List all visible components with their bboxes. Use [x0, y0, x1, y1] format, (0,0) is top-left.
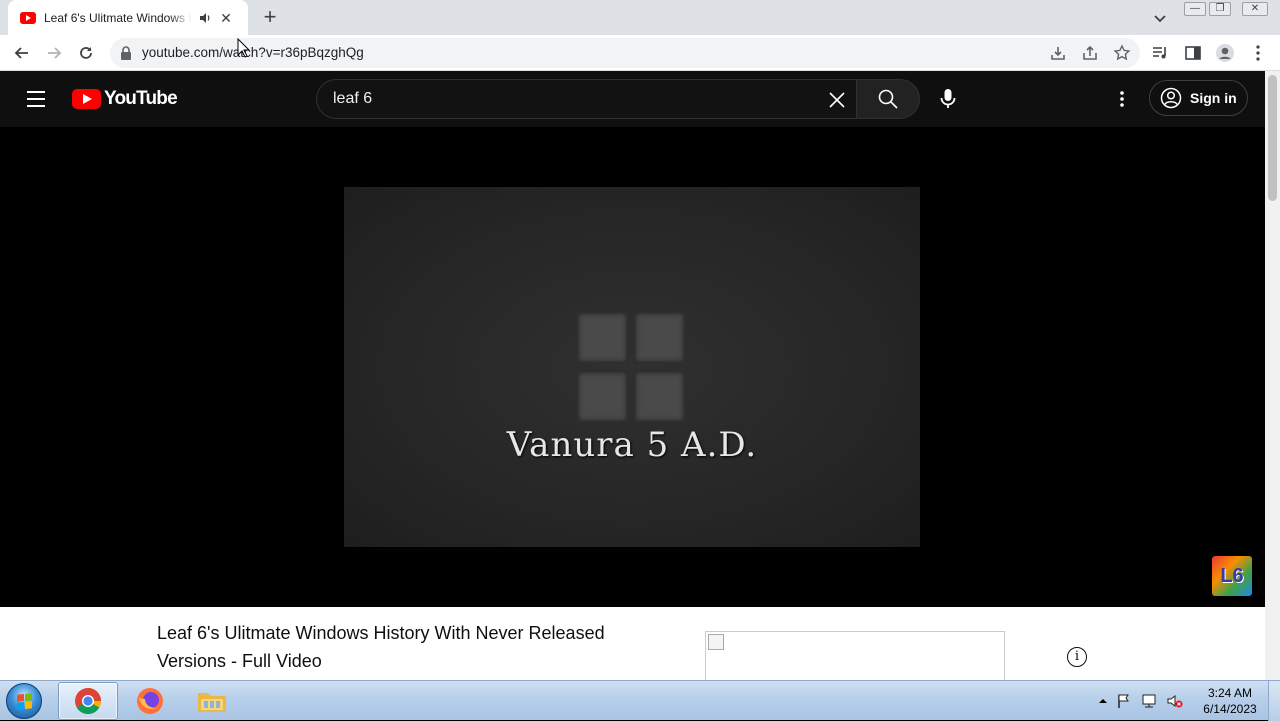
side-panel-icon — [1185, 46, 1201, 60]
info-icon[interactable]: i — [1067, 647, 1087, 667]
youtube-header: YouTube leaf 6 Sign in — [0, 71, 1265, 127]
side-panel-button[interactable] — [1183, 43, 1203, 63]
tab-search-chevron-icon[interactable] — [1150, 8, 1170, 28]
window-restore-button[interactable]: ❐ — [1209, 2, 1231, 16]
chrome-menu-button[interactable] — [1248, 43, 1268, 63]
forward-arrow-icon — [48, 47, 62, 59]
profile-button[interactable] — [1215, 43, 1235, 63]
page-scrollbar[interactable] — [1265, 71, 1280, 680]
network-icon[interactable] — [1140, 693, 1158, 709]
logo-pane — [633, 370, 686, 423]
logo-pane — [576, 311, 629, 364]
browser-tab[interactable]: Leaf 6's Ulitmate Windows History With N… — [8, 0, 248, 35]
vertical-dots-icon — [1120, 91, 1124, 107]
hamburger-menu-icon[interactable] — [24, 89, 48, 109]
scrollbar-thumb[interactable] — [1268, 75, 1277, 201]
window-close-button[interactable]: ✕ — [1242, 2, 1268, 16]
logo-pane — [576, 370, 629, 423]
microphone-icon — [940, 89, 956, 108]
windows-taskbar: 3:24 AM 6/14/2023 — [0, 680, 1280, 721]
taskbar-chrome-button[interactable] — [58, 682, 118, 720]
taskbar-firefox-button[interactable] — [120, 682, 180, 720]
broken-image-icon — [708, 634, 724, 650]
system-tray — [1098, 691, 1184, 711]
action-center-flag-icon[interactable] — [1116, 693, 1132, 709]
watermark-label: L6 — [1220, 565, 1244, 587]
search-input[interactable]: leaf 6 — [316, 79, 856, 119]
clock-date: 6/14/2023 — [1203, 702, 1257, 716]
search-query-text[interactable]: leaf 6 — [333, 90, 372, 108]
back-button[interactable] — [8, 39, 36, 67]
taskbar-clock[interactable]: 3:24 AM 6/14/2023 — [1195, 685, 1265, 717]
clock-time: 3:24 AM — [1207, 686, 1253, 700]
ad-image-placeholder[interactable] — [705, 631, 1005, 683]
search-icon — [878, 89, 898, 109]
voice-search-button[interactable] — [932, 83, 964, 115]
install-app-button[interactable] — [1048, 43, 1068, 63]
show-desktop-button[interactable] — [1268, 681, 1280, 721]
mouse-cursor-icon — [237, 38, 251, 58]
sign-in-button[interactable]: Sign in — [1149, 80, 1248, 116]
download-install-icon — [1051, 47, 1065, 60]
video-details: Leaf 6's Ulitmate Windows History With N… — [0, 607, 1265, 683]
search-button[interactable] — [856, 79, 920, 119]
music-queue-icon — [1153, 47, 1166, 59]
clear-search-icon[interactable] — [827, 90, 847, 110]
address-bar[interactable]: youtube.com/watch?v=r36pBqzghQg — [110, 38, 1140, 68]
show-hidden-icons-icon[interactable] — [1098, 696, 1108, 706]
youtube-logo[interactable]: YouTube — [72, 88, 178, 110]
reload-button[interactable] — [72, 39, 100, 67]
window-minimize-button[interactable]: — — [1184, 2, 1206, 16]
forward-button[interactable] — [40, 39, 68, 67]
tab-close-icon[interactable]: ✕ — [218, 10, 234, 26]
chrome-icon — [75, 688, 102, 715]
file-explorer-icon — [198, 693, 226, 712]
new-tab-button[interactable]: + — [258, 6, 282, 30]
tab-audio-speaker-icon[interactable] — [198, 11, 212, 25]
sign-in-label: Sign in — [1190, 90, 1237, 106]
account-circle-icon — [1160, 87, 1182, 109]
youtube-play-logo-icon — [72, 89, 101, 109]
url-text[interactable]: youtube.com/watch?v=r36pBqzghQg — [142, 45, 364, 60]
browser-tab-strip: Leaf 6's Ulitmate Windows History With N… — [0, 0, 1280, 35]
profile-avatar-icon — [1216, 44, 1234, 62]
reload-icon — [80, 47, 92, 59]
tab-title: Leaf 6's Ulitmate Windows History With N… — [44, 10, 192, 25]
lock-icon[interactable] — [120, 46, 132, 60]
browser-toolbar: youtube.com/watch?v=r36pBqzghQg — [0, 35, 1280, 71]
video-title: Leaf 6's Ulitmate Windows History With N… — [157, 623, 605, 671]
settings-menu-button[interactable] — [1110, 87, 1134, 111]
star-icon — [1113, 44, 1131, 61]
youtube-favicon-icon — [20, 11, 36, 24]
firefox-icon — [137, 688, 163, 714]
video-overlay-text: Vanura 5 A.D. — [506, 425, 758, 465]
start-button[interactable] — [6, 683, 42, 719]
share-button[interactable] — [1080, 43, 1100, 63]
volume-muted-icon[interactable] — [1166, 693, 1184, 709]
channel-watermark[interactable]: L6 — [1212, 556, 1252, 596]
video-frame: Vanura 5 A.D. — [344, 187, 920, 547]
logo-pane — [633, 311, 686, 364]
youtube-wordmark: YouTube — [104, 88, 178, 109]
windows-flag-icon — [17, 693, 32, 710]
media-control-button[interactable] — [1150, 43, 1170, 63]
back-arrow-icon — [14, 47, 28, 59]
share-icon — [1083, 45, 1097, 60]
taskbar-explorer-button[interactable] — [182, 682, 242, 720]
vertical-dots-icon — [1256, 45, 1260, 61]
bookmark-button[interactable] — [1112, 43, 1132, 63]
video-player[interactable]: Vanura 5 A.D. L6 — [0, 127, 1265, 607]
